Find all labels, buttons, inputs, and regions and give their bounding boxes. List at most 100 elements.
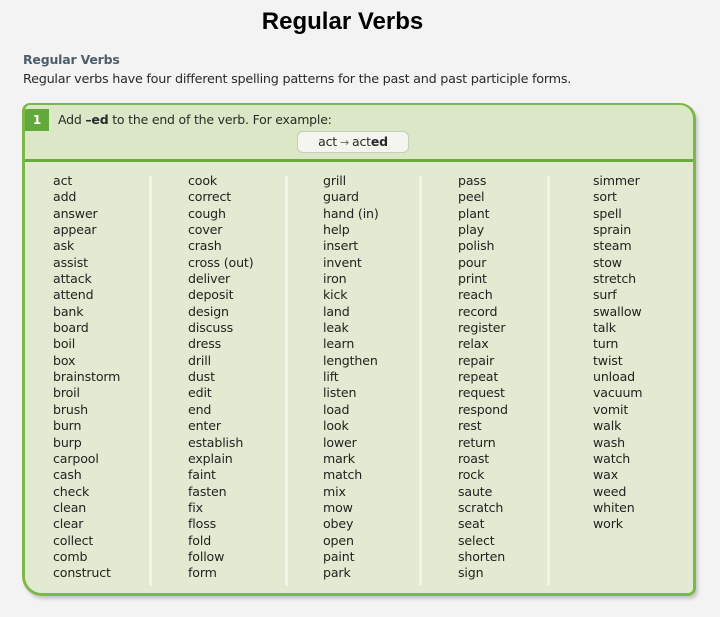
verb-item: answer: [53, 205, 98, 221]
verb-item: dust: [188, 369, 215, 385]
verb-column-2: cook correct cough cover crash cross (out) del…: [188, 173, 254, 582]
verb-item: act: [53, 173, 73, 188]
verb-item: rest: [458, 418, 482, 434]
verb-item: polish: [458, 238, 495, 254]
verb-item: sign: [458, 565, 484, 581]
verb-item: iron: [323, 271, 347, 287]
verb-item: relax: [458, 336, 489, 352]
verb-item: select: [458, 532, 495, 548]
verb-item: crash: [188, 238, 222, 254]
verb-item: vomit: [593, 401, 629, 417]
verb-item: vacuum: [593, 385, 643, 401]
verb-item: clear: [53, 516, 84, 532]
verb-item: seat: [458, 516, 485, 532]
verb-item: end: [188, 401, 212, 417]
verb-item: collect: [53, 532, 94, 548]
verb-item: pass: [458, 173, 487, 188]
rule-panel: 1 Add –ed to the end of the verb. For ex…: [22, 103, 696, 596]
verb-item: assist: [53, 254, 88, 270]
verb-item: sprain: [593, 222, 632, 238]
verb-item: cough: [188, 205, 226, 221]
intro-text: Regular verbs have four different spelli…: [23, 72, 572, 87]
example-base: act: [318, 134, 337, 149]
verb-item: brainstorm: [53, 369, 121, 385]
column-divider: [547, 176, 550, 586]
verb-item: surf: [593, 287, 617, 303]
verb-item: listen: [323, 385, 357, 401]
verb-item: fix: [188, 499, 203, 515]
verb-item: carpool: [53, 450, 99, 466]
verb-item: saute: [458, 483, 493, 499]
verb-column-3: grill guard hand (in) help insert invent iron k…: [323, 173, 379, 582]
page-title: Regular Verbs: [261, 8, 424, 35]
verb-item: look: [323, 418, 349, 434]
verb-item: roast: [458, 450, 490, 466]
verb-item: unload: [593, 369, 635, 385]
verb-item: respond: [458, 401, 508, 417]
verb-item: cash: [53, 467, 82, 483]
verb-item: learn: [323, 336, 355, 352]
verb-item: comb: [53, 548, 88, 564]
verb-item: faint: [188, 467, 216, 483]
verb-item: broil: [53, 385, 80, 401]
verb-item: walk: [593, 418, 622, 434]
verb-item: steam: [593, 238, 632, 254]
verb-item: boil: [53, 336, 76, 352]
rule-text-after: to the end of the verb. For example:: [108, 112, 332, 127]
verb-item: cover: [188, 222, 223, 238]
verb-item: repair: [458, 352, 495, 368]
verb-item: ask: [53, 238, 75, 254]
verb-item: attack: [53, 271, 92, 287]
verb-item: appear: [53, 222, 97, 238]
column-divider: [285, 176, 288, 586]
verb-item: mix: [323, 483, 346, 499]
verb-item: lower: [323, 434, 357, 450]
verb-item: open: [323, 532, 354, 548]
verb-item: obey: [323, 516, 354, 532]
verb-item: kick: [323, 287, 348, 303]
verb-item: form: [188, 565, 217, 581]
verb-item: reach: [458, 287, 493, 303]
verb-item: fold: [188, 532, 212, 548]
verb-item: load: [323, 401, 350, 417]
arrow-right-icon: →: [339, 136, 349, 149]
verb-item: insert: [323, 238, 359, 254]
verb-item: cross (out): [188, 254, 254, 270]
column-divider: [149, 176, 152, 586]
verb-item: mark: [323, 450, 355, 466]
verb-item: rock: [458, 467, 485, 483]
verb-item: grill: [323, 173, 346, 188]
verb-item: deliver: [188, 271, 231, 287]
verb-item: floss: [188, 516, 217, 532]
column-divider: [419, 176, 422, 586]
verb-item: fasten: [188, 483, 227, 499]
verb-item: land: [323, 303, 350, 319]
verb-item: invent: [323, 254, 362, 270]
verb-item: explain: [188, 450, 233, 466]
verb-item: swallow: [593, 303, 642, 319]
verb-item: twist: [593, 352, 623, 368]
verb-item: construct: [53, 565, 111, 581]
verb-item: peel: [458, 189, 485, 205]
verb-item: design: [188, 303, 229, 319]
verb-item: shorten: [458, 548, 506, 564]
verb-item: edit: [188, 385, 212, 401]
verb-item: register: [458, 320, 506, 336]
verb-item: burn: [53, 418, 82, 434]
verb-item: park: [323, 565, 351, 581]
verb-item: wax: [593, 467, 619, 483]
verb-item: work: [593, 516, 623, 532]
rule-header: 1 Add –ed to the end of the verb. For ex…: [25, 105, 693, 162]
verb-item: discuss: [188, 320, 234, 336]
verb-item: check: [53, 483, 90, 499]
step-number-badge: 1: [25, 109, 49, 131]
verb-item: wash: [593, 434, 625, 450]
verb-list: act add answer appear ask assist attack attend b…: [25, 162, 693, 593]
verb-item: deposit: [188, 287, 234, 303]
verb-item: record: [458, 303, 498, 319]
verb-item: watch: [593, 450, 631, 466]
verb-column-1: act add answer appear ask assist attack attend b…: [53, 173, 120, 582]
verb-item: drill: [188, 352, 211, 368]
section-heading: Regular Verbs: [23, 52, 120, 67]
rule-instruction: Add –ed to the end of the verb. For exam…: [58, 112, 332, 127]
